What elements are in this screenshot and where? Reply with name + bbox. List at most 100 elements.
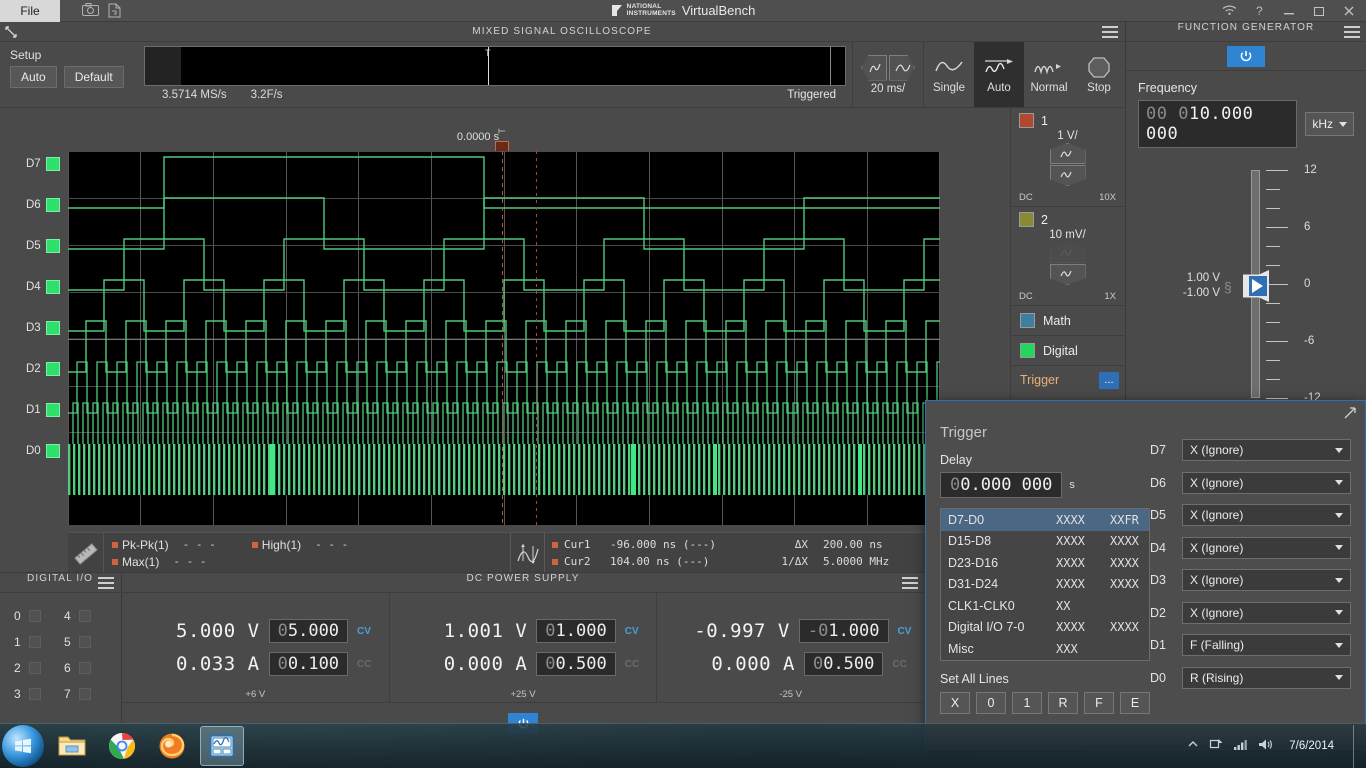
dio-line-0-led[interactable] <box>28 610 41 622</box>
trigger-line-d2-select[interactable]: X (Ignore) <box>1182 601 1351 624</box>
file-menu[interactable]: File <box>0 0 60 22</box>
trigger-line-d1-select[interactable]: F (Falling) <box>1182 634 1351 656</box>
mode-auto-button[interactable]: Auto <box>974 42 1024 107</box>
auto-setup-button[interactable]: Auto <box>10 66 57 88</box>
action-center-icon[interactable] <box>1209 738 1224 754</box>
channel-1-probe[interactable]: 10X <box>1099 192 1116 203</box>
function-generator-power-button[interactable] <box>1227 45 1265 67</box>
dio-line-7[interactable]: 7 <box>64 681 114 707</box>
cursor-icon[interactable] <box>511 533 545 574</box>
volume-icon[interactable] <box>1258 738 1274 754</box>
waveform-plot[interactable] <box>68 151 940 526</box>
acquisition-navigator[interactable]: T <box>144 46 846 86</box>
frequency-input[interactable]: 00 010.000 000 <box>1138 100 1298 148</box>
minimize-icon[interactable] <box>1274 0 1304 21</box>
digital-label-d7[interactable]: D7 <box>26 157 60 171</box>
digital-label-d0[interactable]: D0 <box>26 444 60 458</box>
trigger-line-d0-select[interactable]: R (Rising) <box>1182 666 1351 689</box>
channel-1-panel[interactable]: 1 1 V/ DC 10X <box>1011 108 1124 207</box>
digital-label-d6[interactable]: D6 <box>26 198 60 212</box>
rail-plus6v-current-setpoint[interactable]: 00.100 <box>268 652 349 676</box>
trigger-table-row-digital-io[interactable]: Digital I/O 7-0 XXXX XXXX <box>941 617 1149 639</box>
channel-1-color-swatch[interactable] <box>1019 113 1034 128</box>
help-icon[interactable]: ? <box>1244 0 1274 21</box>
dio-line-7-led[interactable] <box>78 688 91 700</box>
channel-2-scale-up-button[interactable] <box>1049 242 1086 263</box>
dc-power-supply-menu-icon[interactable] <box>902 577 918 589</box>
digital-channel-row[interactable]: Digital <box>1011 336 1124 366</box>
digital-io-menu-icon[interactable] <box>98 577 114 589</box>
channel-1-scale-up-button[interactable] <box>1049 143 1086 164</box>
trigger-table-row-d15-d8[interactable]: D15-D8 XXXX XXXX <box>941 531 1149 553</box>
trigger-line-d5-select[interactable]: X (Ignore) <box>1182 504 1351 526</box>
math-color-swatch[interactable] <box>1020 313 1035 328</box>
channel-2-panel[interactable]: 2 10 mV/ DC 1X <box>1011 207 1124 306</box>
scope-menu-icon[interactable] <box>1102 26 1118 38</box>
network-icon[interactable] <box>1233 738 1249 754</box>
cursor-2-line[interactable] <box>536 151 537 526</box>
rail-plus25v-current-setpoint[interactable]: 00.500 <box>536 652 616 676</box>
digital-color-swatch[interactable] <box>1020 343 1035 358</box>
dio-line-3[interactable]: 3 <box>14 681 64 707</box>
channel-1-scale-down-button[interactable] <box>1049 165 1086 186</box>
mode-single-button[interactable]: Single <box>924 42 974 107</box>
mode-normal-button[interactable]: Normal <box>1024 42 1074 107</box>
trigger-table-row-d7-d0[interactable]: D7-D0 XXXX XXFR <box>941 509 1149 531</box>
set-all-x-button[interactable]: X <box>940 691 970 714</box>
trigger-table-row-d31-d24[interactable]: D31-D24 XXXX XXXX <box>941 574 1149 596</box>
start-orb-icon[interactable] <box>2 725 44 767</box>
trigger-line-d3-select[interactable]: X (Ignore) <box>1182 569 1351 591</box>
dio-line-6[interactable]: 6 <box>64 655 114 681</box>
mode-stop-button[interactable]: Stop <box>1074 42 1124 107</box>
dio-line-2-led[interactable] <box>28 662 41 674</box>
channel-2-color-swatch[interactable] <box>1019 212 1034 227</box>
taskbar-clock[interactable]: 7/6/2014 <box>1283 740 1340 752</box>
ruler-icon[interactable] <box>68 533 104 574</box>
set-all-f-button[interactable]: F <box>1084 691 1114 714</box>
dio-line-5[interactable]: 5 <box>64 629 114 655</box>
digital-label-d3[interactable]: D3 <box>26 321 60 335</box>
dio-line-5-led[interactable] <box>78 636 91 648</box>
measurement-max[interactable]: Max(1) - - - <box>112 555 206 569</box>
set-all-0-button[interactable]: 0 <box>976 691 1006 714</box>
trigger-table-row-misc[interactable]: Misc XXX <box>941 638 1149 660</box>
trigger-table-row-d23-d16[interactable]: D23-D16 XXXX XXXX <box>941 552 1149 574</box>
dio-line-3-led[interactable] <box>28 688 41 700</box>
maximize-icon[interactable] <box>1304 0 1334 21</box>
chrome-icon[interactable] <box>100 726 144 766</box>
channel-1-coupling[interactable]: DC <box>1019 192 1033 203</box>
timebase-decrease-button[interactable] <box>861 54 887 81</box>
cursor-1-line[interactable] <box>502 151 503 526</box>
dio-line-1-led[interactable] <box>28 636 41 648</box>
firefox-icon[interactable] <box>150 726 194 766</box>
trigger-line-d4-select[interactable]: X (Ignore) <box>1182 536 1351 559</box>
digital-label-d2[interactable]: D2 <box>26 362 60 376</box>
trigger-table-row-clk1-clk0[interactable]: CLK1-CLK0 XX <box>941 595 1149 617</box>
dio-line-6-led[interactable] <box>78 662 91 674</box>
channel-2-coupling[interactable]: DC <box>1019 291 1033 302</box>
channel-2-probe[interactable]: 1X <box>1104 291 1116 302</box>
set-all-r-button[interactable]: R <box>1048 691 1078 714</box>
math-channel-row[interactable]: Math <box>1011 306 1124 336</box>
amplitude-slider[interactable]: 12 6 0 -6 -12 1.00 V -1.00 V § <box>1138 164 1354 416</box>
measurement-high[interactable]: High(1) - - - <box>251 538 348 552</box>
dio-line-4-led[interactable] <box>78 610 91 622</box>
digital-label-d1[interactable]: D1 <box>26 403 60 417</box>
default-setup-button[interactable]: Default <box>63 66 124 88</box>
dio-line-1[interactable]: 1 <box>14 629 64 655</box>
close-icon[interactable] <box>1334 0 1364 21</box>
dio-line-4[interactable]: 4 <box>64 603 114 629</box>
rail-minus25v-voltage-setpoint[interactable]: -01.000 <box>798 619 889 643</box>
save-log-icon[interactable] <box>108 3 124 18</box>
timebase-increase-button[interactable] <box>889 54 915 81</box>
trigger-row[interactable]: Trigger ... <box>1011 366 1124 394</box>
expand-icon[interactable] <box>1343 406 1357 423</box>
rail-plus25v-voltage-setpoint[interactable]: 01.000 <box>536 619 616 643</box>
trigger-line-d6-select[interactable]: X (Ignore) <box>1182 471 1351 494</box>
frequency-unit-select[interactable]: kHz <box>1305 112 1354 136</box>
virtualbench-icon[interactable] <box>200 726 244 766</box>
trigger-delay-input[interactable]: 00.000 000 <box>940 472 1063 498</box>
rail-plus6v-voltage-setpoint[interactable]: 05.000 <box>268 619 349 643</box>
dio-line-2[interactable]: 2 <box>14 655 64 681</box>
wifi-icon[interactable] <box>1214 0 1244 21</box>
